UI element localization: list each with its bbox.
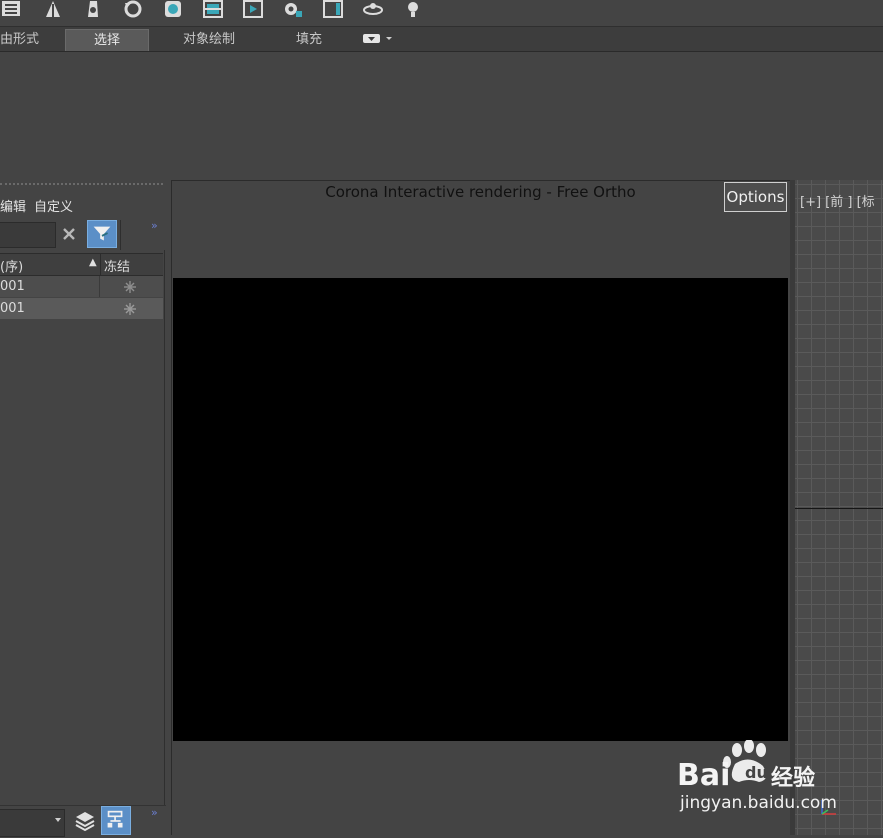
hierarchy-view-button[interactable]: [101, 806, 131, 835]
expand-icon[interactable]: »: [151, 806, 158, 819]
filter-toggle-button[interactable]: [87, 220, 117, 248]
table-row[interactable]: 001: [0, 298, 163, 319]
tab-selection[interactable]: 选择: [65, 29, 149, 51]
column-divider: [100, 254, 101, 275]
hierarchy-icon[interactable]: [42, 0, 64, 20]
main-toolbar: [0, 0, 883, 26]
snowflake-icon[interactable]: [123, 298, 137, 323]
layer-dropdown[interactable]: [0, 809, 65, 837]
motion-icon[interactable]: [82, 0, 104, 20]
explorer-grip[interactable]: [0, 183, 163, 185]
material-icon[interactable]: [162, 0, 184, 20]
tab-freeform[interactable]: 由形式: [0, 29, 48, 50]
row-name: 001: [0, 301, 25, 316]
render-output-area[interactable]: [173, 278, 788, 741]
corona-window-title: Corona Interactive rendering - Free Orth…: [325, 183, 636, 201]
layers-icon[interactable]: [72, 808, 98, 834]
viewport-axis-line: [795, 508, 883, 509]
orbit-icon[interactable]: [362, 0, 384, 20]
tab-object-paint[interactable]: 对象绘制: [170, 29, 248, 50]
explorer-column-header: (序) ▲ 冻结: [0, 253, 163, 276]
render-setup-icon[interactable]: [202, 0, 224, 20]
tab-populate[interactable]: 填充: [285, 29, 333, 50]
ribbon-options-icon[interactable]: [363, 33, 392, 44]
layout-icon[interactable]: [0, 0, 22, 20]
svg-text:Bai: Bai: [677, 758, 730, 793]
explorer-search-input[interactable]: [0, 222, 56, 248]
menu-customize[interactable]: 自定义: [34, 196, 73, 215]
column-name[interactable]: (序): [0, 256, 23, 275]
options-button[interactable]: Options: [724, 182, 787, 212]
explorer-divider: [120, 220, 121, 250]
watermark-url: jingyan.baidu.com: [680, 793, 837, 813]
clear-search-icon[interactable]: [60, 223, 80, 245]
menu-edit[interactable]: 编辑: [0, 196, 26, 215]
render-frame-icon[interactable]: [242, 0, 264, 20]
hierarchy-tree-icon: [107, 810, 123, 828]
chevron-down-icon[interactable]: [55, 818, 61, 822]
ribbon-tabs: 由形式 选择 对象绘制 填充: [0, 27, 883, 52]
column-divider: [99, 276, 100, 297]
expand-icon[interactable]: »: [151, 219, 158, 232]
display-icon[interactable]: [122, 0, 144, 20]
explorer-edge: [164, 250, 165, 810]
ribbon-panel: [0, 52, 883, 180]
viewport-label[interactable]: [+] [前 ] [标: [800, 191, 875, 210]
sort-ascending-icon[interactable]: ▲: [89, 257, 97, 268]
column-frozen[interactable]: 冻结: [104, 256, 130, 275]
table-row[interactable]: 001: [0, 276, 163, 297]
light-icon[interactable]: [402, 0, 424, 20]
svg-text:经验: 经验: [771, 765, 815, 791]
svg-text:du: du: [745, 763, 768, 782]
viewport-icon[interactable]: [322, 0, 344, 20]
row-name: 001: [0, 279, 25, 294]
render-production-icon[interactable]: [282, 0, 304, 20]
filter-icon: [93, 226, 111, 241]
